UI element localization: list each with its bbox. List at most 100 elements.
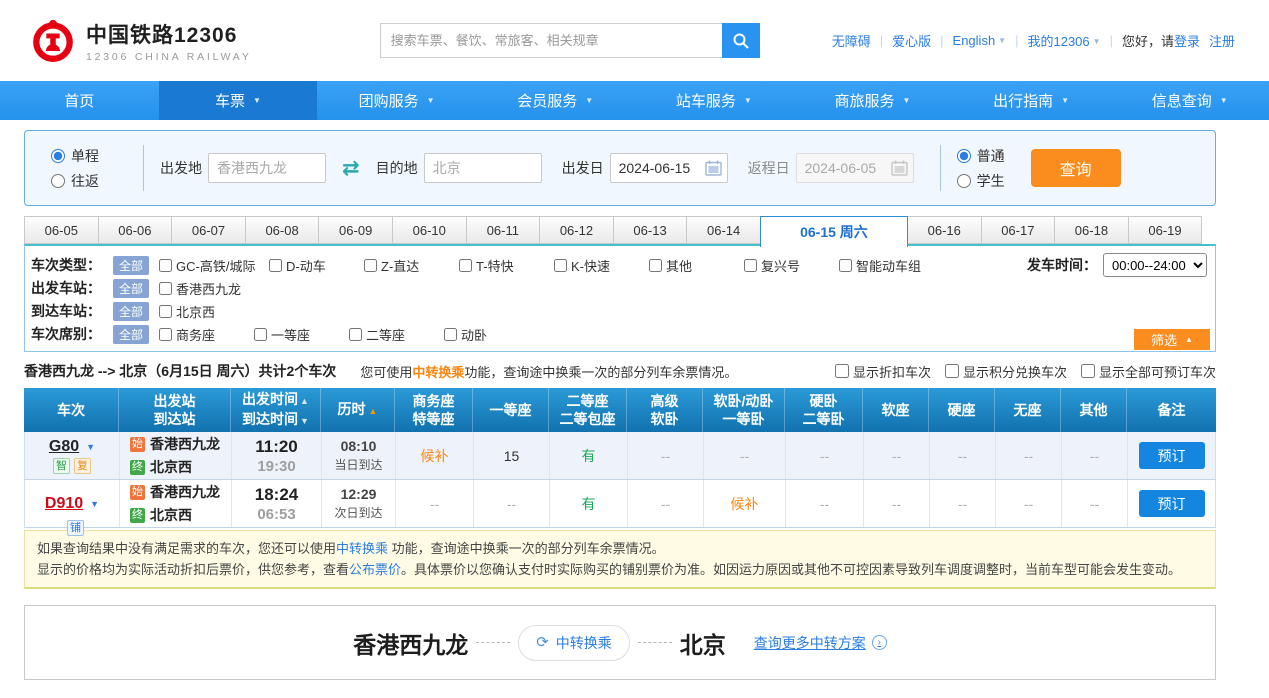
login-link[interactable]: 登录: [1174, 34, 1200, 49]
transfer-pill-button[interactable]: ⟳ 中转换乘: [518, 625, 630, 661]
link-care-version[interactable]: 爱心版: [892, 31, 931, 50]
filter-checkbox[interactable]: 一等座: [254, 325, 349, 344]
train-number-link[interactable]: D910: [45, 495, 83, 513]
published-fare-link[interactable]: 公布票价: [349, 562, 401, 577]
filter-checkbox[interactable]: 二等座: [349, 325, 444, 344]
checkbox[interactable]: [349, 328, 362, 341]
checkbox[interactable]: [945, 364, 959, 378]
filter-checkbox[interactable]: GC-高铁/城际: [159, 256, 269, 275]
checkbox[interactable]: [649, 259, 662, 272]
to-input[interactable]: [424, 153, 542, 183]
radio[interactable]: [51, 149, 65, 163]
radio[interactable]: [51, 174, 65, 188]
filter-checkbox[interactable]: Z-直达: [364, 256, 459, 275]
filter-checkbox[interactable]: T-特快: [459, 256, 554, 275]
book-button[interactable]: 预订: [1139, 442, 1205, 469]
filter-checkbox[interactable]: 复兴号: [744, 256, 839, 275]
col-times-sortable[interactable]: 出发时间▲ 到达时间▼: [231, 388, 321, 432]
date-tab[interactable]: 06-19: [1128, 216, 1203, 244]
filter-checkbox[interactable]: 香港西九龙: [159, 279, 269, 298]
oneway-radio[interactable]: 单程: [51, 146, 127, 166]
date-tab[interactable]: 06-16: [907, 216, 982, 244]
roundtrip-radio[interactable]: 往返: [51, 171, 127, 191]
date-tab[interactable]: 06-13: [613, 216, 688, 244]
checkbox[interactable]: [364, 259, 377, 272]
date-tab[interactable]: 06-12: [539, 216, 614, 244]
nav-item-business-travel[interactable]: 商旅服务▼: [793, 81, 952, 120]
transfer-tip-highlight[interactable]: 中转换乘: [412, 365, 464, 380]
date-tab[interactable]: 06-09: [318, 216, 393, 244]
book-button[interactable]: 预订: [1139, 490, 1205, 517]
checkbox[interactable]: [459, 259, 472, 272]
filter-all-button[interactable]: 全部: [113, 256, 149, 275]
show-discount-checkbox[interactable]: 显示折扣车次: [835, 362, 931, 381]
depart-time-select[interactable]: 00:00--24:00: [1103, 253, 1207, 277]
collapse-filter-button[interactable]: 筛选▲: [1134, 329, 1210, 350]
date-tab[interactable]: 06-05: [24, 216, 99, 244]
checkbox[interactable]: [835, 364, 849, 378]
nav-item-member-services[interactable]: 会员服务▼: [476, 81, 635, 120]
filter-all-button[interactable]: 全部: [113, 279, 149, 298]
nav-item-travel-guide[interactable]: 出行指南▼: [952, 81, 1111, 120]
search-button[interactable]: [722, 23, 760, 58]
search-input[interactable]: [380, 23, 722, 58]
col-duration-sortable[interactable]: 历时▲: [321, 388, 395, 432]
checkbox[interactable]: [254, 328, 267, 341]
filter-checkbox[interactable]: D-动车: [269, 256, 364, 275]
checkbox[interactable]: [159, 305, 172, 318]
filter-checkbox[interactable]: 智能动车组: [839, 256, 949, 275]
nav-item-home[interactable]: 首页: [0, 81, 159, 120]
filter-checkbox[interactable]: K-快速: [554, 256, 649, 275]
col-no-seat: 无座: [995, 388, 1061, 432]
student-radio[interactable]: 学生: [957, 171, 1005, 191]
filter-checkbox[interactable]: 动卧: [444, 325, 539, 344]
logo[interactable]: 中国铁路12306 12306 CHINA RAILWAY: [30, 18, 252, 64]
date-tab[interactable]: 06-10: [392, 216, 467, 244]
date-tab[interactable]: 06-14: [686, 216, 761, 244]
date-tab[interactable]: 06-08: [245, 216, 320, 244]
nav-item-station-services[interactable]: 站车服务▼: [635, 81, 794, 120]
date-tab[interactable]: 06-11: [466, 216, 541, 244]
filter-checkbox[interactable]: 北京西: [159, 302, 269, 321]
checkbox[interactable]: [159, 259, 172, 272]
nav-item-info-query[interactable]: 信息查询▼: [1110, 81, 1269, 120]
link-english[interactable]: English▼: [953, 33, 1007, 48]
nav-item-group-services[interactable]: 团购服务▼: [317, 81, 476, 120]
checkbox[interactable]: [554, 259, 567, 272]
show-all-bookable-checkbox[interactable]: 显示全部可预订车次: [1081, 362, 1216, 381]
terminal-badge: 终: [130, 508, 145, 523]
checkbox[interactable]: [444, 328, 457, 341]
filter-checkbox[interactable]: 其他: [649, 256, 744, 275]
expand-train-icon[interactable]: ▼: [90, 499, 99, 509]
date-tab[interactable]: 06-07: [171, 216, 246, 244]
checkbox[interactable]: [744, 259, 757, 272]
from-input[interactable]: [208, 153, 326, 183]
filter-checkbox[interactable]: 商务座: [159, 325, 254, 344]
show-points-checkbox[interactable]: 显示积分兑换车次: [945, 362, 1067, 381]
radio[interactable]: [957, 149, 971, 163]
nav-item-tickets[interactable]: 车票▼: [159, 81, 318, 120]
link-accessible[interactable]: 无障碍: [832, 31, 871, 50]
filter-all-button[interactable]: 全部: [113, 325, 149, 344]
checkbox[interactable]: [269, 259, 282, 272]
checkbox[interactable]: [1081, 364, 1095, 378]
link-my12306[interactable]: 我的12306▼: [1027, 31, 1100, 50]
radio[interactable]: [957, 174, 971, 188]
calendar-icon[interactable]: [705, 160, 722, 176]
query-button[interactable]: 查询: [1031, 149, 1121, 187]
register-link[interactable]: 注册: [1209, 31, 1235, 50]
swap-stations-icon[interactable]: ⇄: [342, 158, 360, 179]
date-tab-active[interactable]: 06-15 周六: [760, 216, 908, 247]
filter-all-button[interactable]: 全部: [113, 302, 149, 321]
date-tab[interactable]: 06-18: [1054, 216, 1129, 244]
checkbox[interactable]: [839, 259, 852, 272]
checkbox[interactable]: [159, 282, 172, 295]
date-tab[interactable]: 06-17: [981, 216, 1056, 244]
more-transfer-plans-link[interactable]: 查询更多中转方案 ›: [754, 633, 887, 653]
checkbox[interactable]: [159, 328, 172, 341]
transfer-link[interactable]: 中转换乘: [336, 541, 388, 556]
date-tab[interactable]: 06-06: [98, 216, 173, 244]
normal-radio[interactable]: 普通: [957, 146, 1005, 166]
train-number-link[interactable]: G80: [49, 438, 79, 456]
expand-train-icon[interactable]: ▼: [86, 442, 95, 452]
